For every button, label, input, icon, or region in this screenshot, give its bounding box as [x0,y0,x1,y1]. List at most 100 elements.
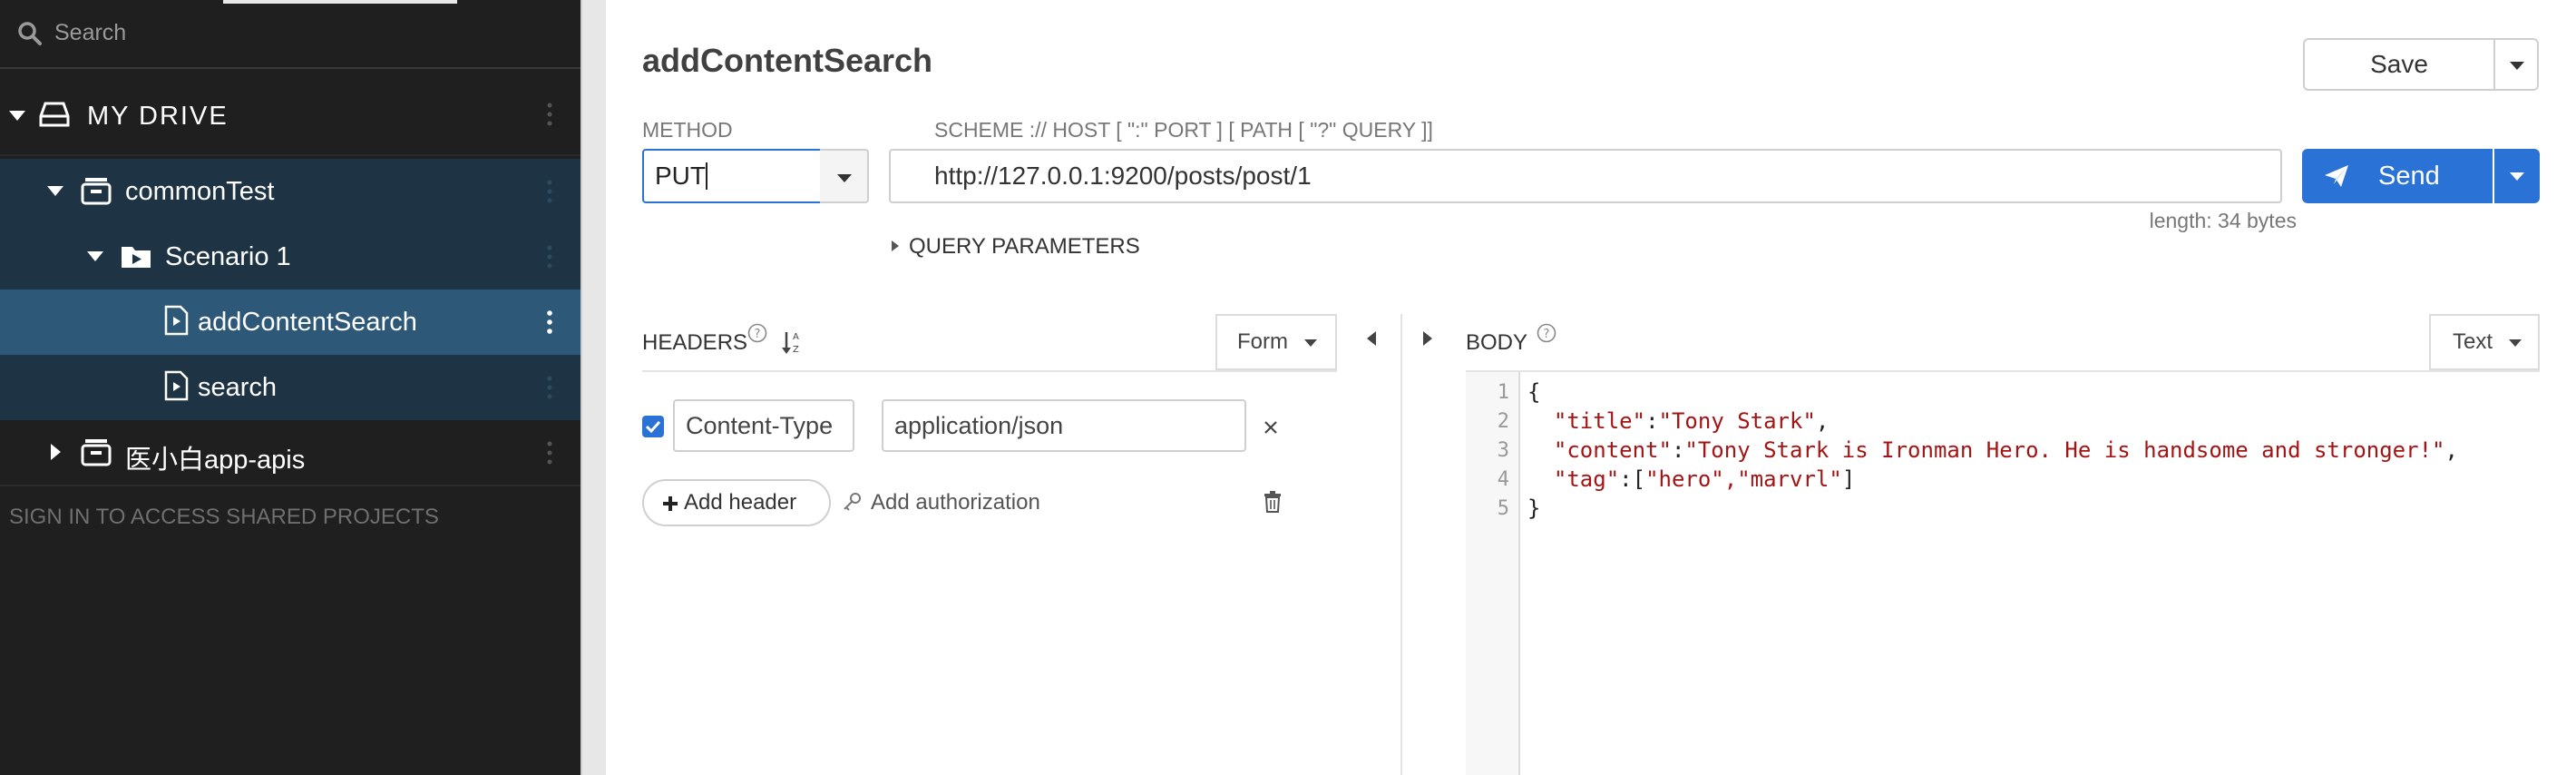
separator [0,154,581,156]
headers-form-dropdown[interactable]: Form [1215,314,1337,370]
sort-alpha-icon[interactable]: A Z [782,329,805,356]
caret-down-icon [2509,339,2522,347]
plus-icon [663,496,678,511]
drive-label: MY DRIVE [87,102,229,131]
more-vertical-icon[interactable] [546,179,553,204]
more-vertical-icon[interactable] [546,244,553,270]
sidebar-item-addcontentsearch[interactable]: addContentSearch [0,289,581,355]
request-editor: addContentSearch Save METHOD SCHEME :// … [606,0,2576,775]
method-input[interactable]: PUT [642,149,822,203]
panel-splitter[interactable] [1400,314,1402,775]
send-dropdown-button[interactable] [2494,149,2540,203]
code-line: "content":"Tony Stark is Ironman Hero. H… [1527,437,2458,463]
save-button[interactable]: Save [2303,38,2495,91]
url-input[interactable]: http://127.0.0.1:9200/posts/post/1 [889,149,2282,203]
header-key-input[interactable]: Content-Type [673,399,854,452]
json-key: "tag" [1553,466,1620,492]
headers-panel: HEADERS ? A Z Form Content-Type : applic… [642,314,1346,775]
expand-right-icon[interactable] [1422,330,1433,347]
caret-down-icon [2510,172,2524,181]
code-token: } [1527,495,1541,521]
headers-title: HEADERS [642,330,748,355]
json-value: "Tony Stark is Ironman Hero. He is hands… [1684,437,2445,463]
collapse-left-icon[interactable] [1366,330,1377,347]
sidebar-item-my-drive[interactable]: MY DRIVE [0,82,581,149]
method-dropdown-button[interactable] [820,149,869,203]
pane-divider[interactable] [581,0,606,775]
scenario-folder-icon [122,247,151,268]
caret-down-icon[interactable] [45,181,65,201]
caret-down-icon[interactable] [85,246,105,266]
collection-icon [81,178,112,205]
search-placeholder: Search [54,20,127,45]
svg-text:?: ? [755,328,761,341]
line-number: 3 [1497,439,1509,462]
sidebar-item-label: addContentSearch [198,308,417,337]
sidebar-item-label: search [198,373,278,402]
save-dropdown-button[interactable] [2493,38,2539,91]
code-line: { [1527,379,1540,405]
sign-in-link[interactable]: SIGN IN TO ACCESS SHARED PROJECTS [9,505,439,530]
add-authorization-label: Add authorization [871,490,1040,515]
line-number: 2 [1497,410,1509,433]
sidebar-item-search[interactable]: search [0,355,581,420]
caret-right-icon [892,240,899,251]
divider [642,370,1337,372]
caret-right-icon[interactable] [45,442,65,462]
send-button[interactable]: Send [2302,149,2493,203]
code-token: ] [1841,466,1856,492]
help-icon[interactable]: ? [1537,323,1556,343]
text-label: Text [2453,329,2493,354]
send-label: Send [2378,162,2440,191]
caret-down-icon [837,174,852,182]
search-icon [18,22,42,45]
sidebar-search[interactable]: Search [0,0,581,69]
add-header-label: Add header [684,490,797,515]
header-enabled-checkbox[interactable] [642,416,664,437]
sidebar-item-scenario-1[interactable]: Scenario 1 [0,224,581,289]
caret-down-icon[interactable] [7,105,27,125]
url-length: length: 34 bytes [2149,209,2297,232]
sidebar: Search MY DRIVE commonTest Scenario 1 ad… [0,0,581,775]
code-token: :[ [1619,466,1646,492]
caret-down-icon [2510,62,2524,70]
more-vertical-icon[interactable] [546,440,553,466]
code-line: } [1527,495,1540,521]
more-vertical-icon[interactable] [546,309,553,335]
key-icon [844,493,861,511]
line-number: 4 [1497,468,1509,491]
json-value: "Tony Stark" [1658,408,1816,434]
text-cursor [706,162,707,190]
sidebar-item-app-apis[interactable]: 医小白app-apis [0,420,581,486]
request-file-icon [164,370,189,401]
method-value: PUT [655,162,706,190]
request-file-icon [164,305,189,336]
trash-icon[interactable] [1263,490,1283,514]
code-token: : [1645,408,1659,434]
collection-icon [81,439,112,466]
add-authorization-button[interactable]: Add authorization [842,490,1040,515]
help-icon[interactable]: ? [747,323,767,343]
json-key: "title" [1553,408,1646,434]
body-code-editor[interactable]: 1 2 3 4 5 { "title":"Tony Stark", "conte… [1466,372,2540,775]
sidebar-item-commontest[interactable]: commonTest [0,159,581,224]
sidebar-item-label: Scenario 1 [165,242,291,271]
add-header-button[interactable]: Add header [642,479,831,526]
body-panel: BODY ? Text 1 2 3 4 5 { "title":"Tony St… [1466,314,2540,775]
separator [0,485,581,486]
caret-down-icon [1304,339,1317,347]
more-vertical-icon[interactable] [546,102,553,127]
query-parameters-toggle[interactable]: QUERY PARAMETERS [892,234,1140,260]
more-vertical-icon[interactable] [546,375,553,400]
header-value-input[interactable]: application/json [882,399,1246,452]
json-value: "hero","marvrl" [1645,466,1842,492]
check-icon [645,420,661,434]
drive-icon [39,102,70,127]
code-token: , [1815,408,1830,434]
search-accent-bar [223,0,457,4]
body-format-dropdown[interactable]: Text [2429,314,2540,370]
request-title[interactable]: addContentSearch [642,42,932,80]
close-icon[interactable] [1261,417,1281,437]
